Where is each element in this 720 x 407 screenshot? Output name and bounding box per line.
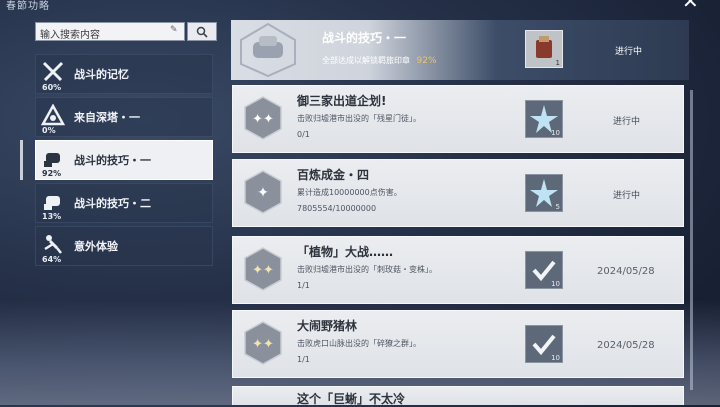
task-reward-item[interactable]: 5 [525,174,563,212]
scrollbar[interactable] [690,90,693,390]
sidebar-item-battle-skill-1[interactable]: 战斗的技巧・一 92% [35,140,213,180]
task-status: 进行中 [613,191,641,201]
summary-status: 进行中 [615,47,643,57]
sparkle-badge-icon: ✦✦ [244,321,282,365]
task-row[interactable]: ✦ 百炼成金・四 累计造成10000000点伤害。 7805554/100000… [232,159,684,227]
reward-count: 10 [551,129,560,137]
task-title: 御三家出道企划! [297,94,387,108]
falling-figure-icon [44,235,62,254]
star-badge-icon: ✦ [244,170,282,214]
selected-indicator [20,140,23,180]
sparkle-badge-icon: ✦✦ [244,96,282,140]
crossed-swords-icon [42,61,64,82]
task-title: 「植物」大战…… [297,245,394,259]
sidebar-item-label: 战斗的技巧・一 [74,154,151,167]
category-summary: 战斗的技巧・一 全部达成以解锁羁旅印章 92% 1 进行中 [231,20,689,80]
task-description: 击败虎口山脉出没的「碎獠之群」。 [297,339,421,348]
svg-text:✦✦: ✦✦ [252,263,274,278]
sidebar-item-percent: 64% [42,255,62,264]
summary-subtitle-text: 全部达成以解锁羁旅印章 [322,56,410,65]
search-button[interactable] [187,22,217,41]
task-status: 进行中 [613,117,641,127]
task-reward-claimed[interactable]: 10 [525,251,563,289]
sidebar-item-percent: 13% [42,212,62,221]
sidebar-item-unexpected-experience[interactable]: 意外体验 64% [35,226,213,266]
fist-icon [44,196,60,210]
task-row[interactable]: ✦✦ 大闹野猪林 击败虎口山脉出没的「碎獠之群」。 1/1 10 2024/05… [232,310,684,378]
task-progress: 0/1 [297,130,310,139]
svg-text:✦✦: ✦✦ [252,337,274,352]
sidebar-item-label: 来自深塔・一 [74,111,140,124]
window-title: 春節功略 [6,1,50,12]
task-row[interactable]: ✦✦ 「植物」大战…… 击败归墟港市出没的「刺玫菇・变株」。 1/1 10 20… [232,236,684,304]
task-completion-date: 2024/05/28 [597,266,655,277]
search-input[interactable] [36,27,168,44]
task-title: 这个「巨蜥」不太冷 [297,392,406,406]
sidebar-item-deep-tower[interactable]: 来自深塔・一 0% [35,97,213,137]
summary-percent: 92% [416,56,437,66]
task-description: 击败归墟港市出没的「刺玫菇・变株」。 [297,265,437,274]
task-progress: 7805554/10000000 [297,204,377,213]
reward-count: 10 [551,354,560,362]
search-icon [196,26,208,38]
task-title: 百炼成金・四 [297,168,370,182]
task-reward-item[interactable]: 10 [525,100,563,138]
fist-icon [44,153,60,167]
sidebar-item-battle-skill-2[interactable]: 战斗的技巧・二 13% [35,183,213,223]
task-title: 大闹野猪林 [297,319,358,333]
task-progress: 1/1 [297,281,310,290]
reward-count: 1 [555,59,560,67]
task-description: 累计造成10000000点伤害。 [297,188,402,197]
sidebar-item-label: 意外体验 [74,240,118,253]
svg-text:✦✦: ✦✦ [252,112,274,127]
sidebar-item-percent: 0% [42,126,56,135]
task-row[interactable]: 这个「巨蜥」不太冷 [232,386,684,406]
task-completion-date: 2024/05/28 [597,340,655,351]
tower-triangle-icon [41,104,65,126]
sidebar-item-label: 战斗的记忆 [74,68,129,81]
handshake-emblem-icon [240,22,296,78]
edit-icon: ✎ [170,25,178,35]
summary-subtitle: 全部达成以解锁羁旅印章 92% [322,55,437,66]
task-row[interactable]: ✦✦ 御三家出道企划! 击败归墟港市出没的「残星门徒」。 0/1 10 进行中 [232,85,684,153]
summary-reward-item[interactable]: 1 [525,30,563,68]
close-icon[interactable]: ✕ [682,0,706,11]
sparkle-badge-icon: ✦✦ [244,247,282,291]
sidebar-item-percent: 92% [42,169,62,178]
reward-count: 10 [551,280,560,288]
task-reward-claimed[interactable]: 10 [525,325,563,363]
search-box[interactable]: ✎ [35,22,185,44]
summary-title: 战斗的技巧・一 [322,31,407,45]
sidebar-item-label: 战斗的技巧・二 [74,197,151,210]
sidebar-item-battle-memory[interactable]: 战斗的记忆 60% [35,54,213,94]
sidebar-item-percent: 60% [42,83,62,92]
reward-count: 5 [555,203,560,211]
task-description: 击败归墟港市出没的「残星门徒」。 [297,114,421,123]
task-progress: 1/1 [297,355,310,364]
svg-text:✦: ✦ [257,185,269,201]
